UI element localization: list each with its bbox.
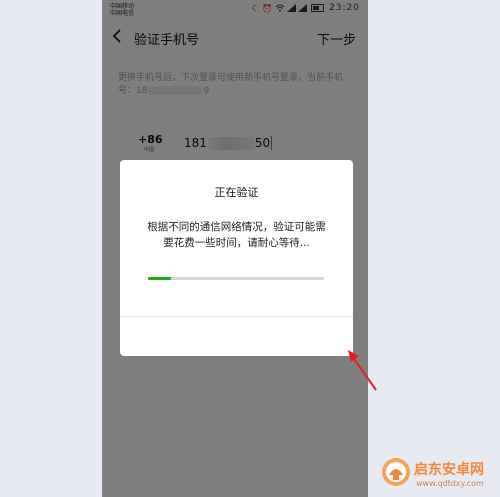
watermark-url: www.qdtdxy.com bbox=[416, 479, 484, 488]
watermark-logo-icon bbox=[382, 458, 410, 486]
annotation-arrow-icon bbox=[348, 350, 377, 391]
watermark: 启东安卓网 www.qdtdxy.com bbox=[380, 455, 500, 497]
watermark-name: 启东安卓网 bbox=[414, 462, 484, 478]
